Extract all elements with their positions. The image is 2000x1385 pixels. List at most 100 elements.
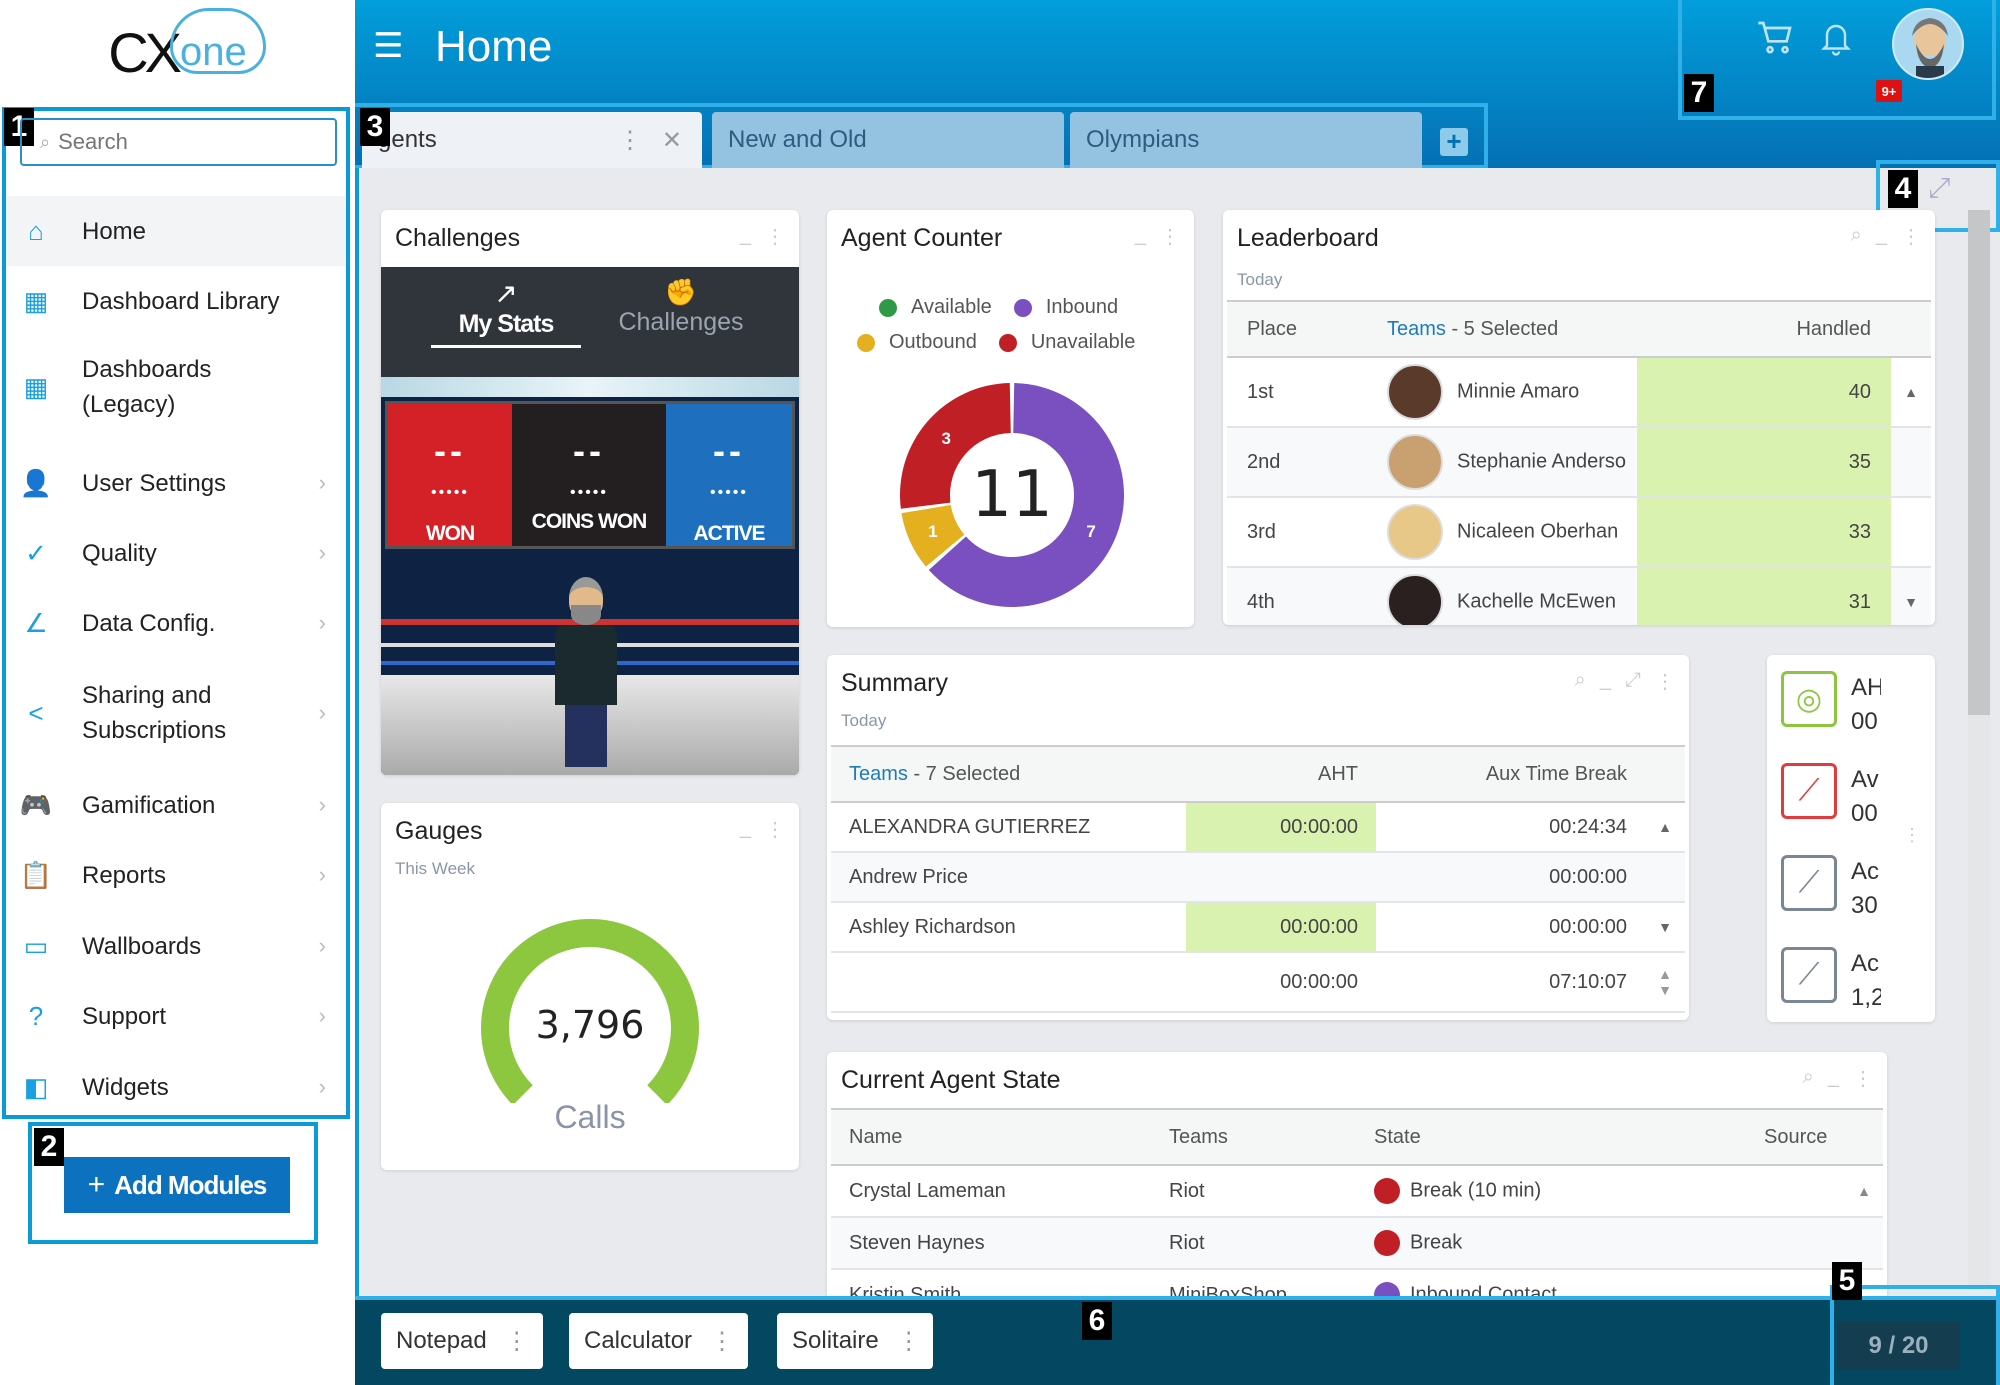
table-row[interactable]: 2nd Stephanie Anderso 35 [1227,427,1931,498]
sidebar-item-dashboard-library[interactable]: ▦ Dashboard Library [6,266,346,336]
legend-item[interactable]: Unavailable [998,331,1135,354]
hamburger-menu-icon[interactable]: ☰ [373,29,409,63]
tab-new-and-old[interactable]: New and Old [712,112,1064,168]
table-row[interactable]: 4th Kachelle McEwen 31 ▼ [1227,567,1931,625]
more-icon[interactable]: ⋮ [1903,825,1921,846]
minimize-icon[interactable]: _ [740,224,751,249]
kpi-item[interactable]: ⟋ Ac 1,2 [1781,947,1881,1015]
sidebar-item-wallboards[interactable]: ▭ Wallboards › [6,911,346,981]
table-row[interactable]: Andrew Price 00:00:00 [831,852,1685,903]
tab-olympians[interactable]: Olympians [1070,112,1422,168]
challenges-tabbar: ↗ My Stats ✊ Challenges [381,267,799,377]
sidebar-item-reports[interactable]: 📋 Reports › [6,840,346,910]
sidebar-item-sharing-and-subscriptions[interactable]: < Sharing and Subscriptions › [6,658,346,768]
page-scrollbar[interactable] [1968,210,1990,1290]
sidebar-item-widgets[interactable]: ◧ Widgets › [6,1052,346,1122]
col-aht[interactable]: AHT [1186,745,1376,803]
col-handled[interactable]: Handled [1637,300,1891,358]
gauges-widget: Gauges This Week _ ⋮ 3,796 Calls [381,803,799,1170]
row-scroll [1645,852,1685,903]
search-field[interactable]: ⌕ [20,118,337,166]
team-cell: Riot [1151,1165,1356,1218]
totals-scroll[interactable]: ▲ ▼ [1645,952,1685,1013]
cxone-logo[interactable]: CX one [0,0,355,105]
minimize-icon[interactable]: _ [1876,224,1887,249]
sidebar-item-data-config[interactable]: ∠ Data Config. › [6,588,346,658]
close-tab-icon[interactable]: ✕ [662,126,682,155]
minimize-icon[interactable]: _ [1828,1066,1839,1091]
agent-avatar [1387,364,1443,420]
sidebar-item-label: Gamification [82,791,216,819]
kpi-item[interactable]: ⟋ Av 00 [1781,763,1881,831]
col-teams[interactable]: Teams [1151,1108,1356,1166]
table-row[interactable]: Steven Haynes Riot Break [831,1217,1883,1270]
more-icon[interactable]: ⋮ [1655,669,1675,694]
more-icon[interactable]: ⋮ [710,1327,734,1356]
add-modules-button[interactable]: + Add Modules [64,1157,290,1213]
table-row[interactable]: Ashley Richardson 00:00:00 00:00:00 ▼ [831,902,1685,953]
more-icon[interactable]: ⋮ [505,1327,529,1356]
col-teams[interactable]: Teams - 5 Selected [1367,300,1637,358]
sidebar-item-user-settings[interactable]: 👤 User Settings › [6,448,346,518]
donut-center-total: 11 [971,458,1053,532]
more-icon[interactable]: ⋮ [897,1327,921,1356]
search-icon[interactable]: ⌕ [1575,669,1586,694]
handled-cell: 35 [1637,427,1891,498]
challenges-tab[interactable]: ✊ Challenges [601,277,761,337]
kpi-item[interactable]: ⟋ Ac 30 [1781,855,1881,923]
sidebar-item-home[interactable]: ⌂ Home [6,196,346,266]
state-cell: Break [1356,1217,1746,1270]
add-tab-button[interactable]: + [1440,128,1468,156]
more-icon[interactable]: ⋮ [1853,1066,1873,1091]
sidebar-item-quality[interactable]: ✓ Quality › [6,518,346,588]
sidebar-item-gamification[interactable]: 🎮 Gamification › [6,770,346,840]
notepad-app-button[interactable]: Notepad ⋮ [381,1313,543,1369]
legend-item[interactable]: Available [879,296,992,319]
aht-cell: 00:00:00 [1186,802,1376,853]
tab-agents[interactable]: gents ⋮ ✕ [362,112,702,168]
sidebar-item-label: Widgets [82,1073,169,1101]
search-input[interactable] [58,129,319,155]
card-title: Current Agent State [841,1066,1061,1094]
leaderboard-table: Place Teams - 5 Selected Handled 1st Min… [1227,300,1931,625]
col-state[interactable]: State [1356,1108,1746,1166]
sidebar-item-support[interactable]: ? Support › [6,981,346,1051]
minimize-icon[interactable]: _ [1600,669,1611,694]
search-icon[interactable]: ⌕ [1803,1066,1814,1091]
calculator-app-button[interactable]: Calculator ⋮ [569,1313,748,1369]
tab-menu-icon[interactable]: ⋮ [618,126,642,155]
more-icon[interactable]: ⋮ [765,224,785,249]
table-row[interactable]: 1st Minnie Amaro 40 ▲ [1227,357,1931,428]
user-avatar[interactable] [1892,8,1964,80]
cart-icon[interactable] [1755,18,1795,68]
agent-cell: Nicaleen Oberhan [1367,497,1637,568]
more-icon[interactable]: ⋮ [1901,224,1921,249]
minimize-icon[interactable]: _ [1135,224,1146,249]
sidebar-item-dashboards-legacy[interactable]: ▦ Dashboards (Legacy) [6,342,346,432]
more-icon[interactable]: ⋮ [1160,224,1180,249]
bell-icon[interactable] [1818,18,1854,67]
col-name[interactable]: Name [831,1108,1151,1166]
more-icon[interactable]: ⋮ [765,817,785,842]
page-indicator[interactable]: 9 / 20 [1837,1322,1960,1370]
solitaire-app-button[interactable]: Solitaire ⋮ [777,1313,933,1369]
col-teams[interactable]: Teams - 7 Selected [831,745,1186,803]
legend-item[interactable]: Inbound [1013,296,1118,319]
search-icon[interactable]: ⌕ [1851,224,1862,249]
col-aux-time-break[interactable]: Aux Time Break [1376,745,1645,803]
minimize-icon[interactable]: _ [740,817,751,842]
col-place[interactable]: Place [1227,300,1367,358]
expand-icon[interactable]: ⤢ [1625,669,1641,694]
table-row[interactable]: Crystal Lameman Riot Break (10 min) ▲ [831,1165,1883,1218]
my-stats-tab[interactable]: ↗ My Stats [431,277,581,348]
kpi-widget: ◎ AH 00 ⟋ Av 00 ⟋ Ac 30 ⟋ Ac 1,2 ⋮ [1767,655,1935,1022]
table-row[interactable]: ALEXANDRA GUTIERREZ 00:00:00 00:24:34 ▲ [831,802,1685,853]
fullscreen-icon[interactable]: ⤢ [1928,172,1950,205]
col-source[interactable]: Source [1746,1108,1883,1166]
table-row[interactable]: 3rd Nicaleen Oberhan 33 [1227,497,1931,568]
legend-item[interactable]: Outbound [857,331,977,354]
kpi-item[interactable]: ◎ AH 00 [1781,671,1881,739]
chevron-right-icon: › [318,862,326,887]
row-scroll: ▼ [1891,567,1931,625]
gamepad-icon: 🎮 [19,789,53,820]
